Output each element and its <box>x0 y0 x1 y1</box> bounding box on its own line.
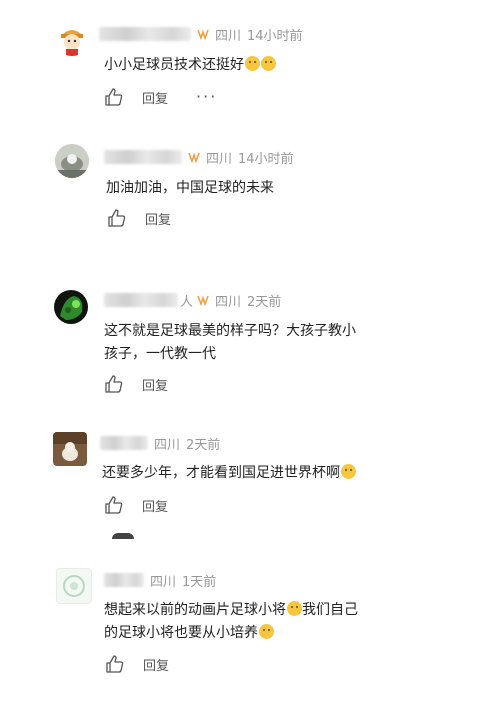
comment-text: 小小足球员技术还挺好 <box>104 53 276 77</box>
blurred-username[interactable] <box>99 27 191 41</box>
more-options-button[interactable]: ··· <box>196 89 217 105</box>
location-label: 四川 <box>215 28 242 44</box>
comment-meta: 四川 14小时前 <box>104 147 294 167</box>
avatar[interactable] <box>55 22 89 56</box>
location-label: 四川 <box>154 437 181 453</box>
like-icon[interactable] <box>104 495 124 515</box>
partial-avatar-fragment <box>112 533 134 539</box>
avatar[interactable] <box>56 568 92 604</box>
blurred-username[interactable] <box>104 293 178 307</box>
comment-actions: 回复 <box>107 207 199 229</box>
comment-text-line-2: 的足球小将也要从小培养 <box>104 621 274 645</box>
like-icon[interactable] <box>107 208 127 228</box>
blurred-username[interactable] <box>104 573 144 587</box>
blurred-username[interactable] <box>104 150 182 164</box>
reply-button[interactable]: 回复 <box>142 496 168 515</box>
comment-meta: 人 四川 2天前 <box>104 290 281 310</box>
location-label: 四川 <box>215 294 242 310</box>
comment-meta: 四川 1天前 <box>104 570 216 590</box>
reply-button[interactable]: 回复 <box>145 209 171 228</box>
blurred-username[interactable] <box>100 436 148 450</box>
like-icon[interactable] <box>104 87 124 107</box>
comment-text-part: 想起来以前的动画片足球小将 <box>104 602 286 618</box>
vip-badge-icon <box>197 28 209 41</box>
comment-text-line-1: 想起来以前的动画片足球小将 我们自己 <box>104 598 358 622</box>
location-label: 四川 <box>150 574 177 590</box>
location-label: 四川 <box>206 151 233 167</box>
comment-text: 加油加油，中国足球的未来 <box>106 180 274 196</box>
comment-text-line-1: 这不就是足球最美的样子吗？大孩子教小 <box>104 323 356 339</box>
comment-text-part: 的足球小将也要从小培养 <box>104 625 258 641</box>
timestamp: 14小时前 <box>247 28 303 44</box>
like-icon[interactable] <box>104 374 124 394</box>
comment-actions: 回复 <box>105 653 197 675</box>
comment-actions: 回复 ··· <box>104 86 217 108</box>
reply-button[interactable]: 回复 <box>143 655 169 674</box>
avatar[interactable] <box>54 290 88 324</box>
timestamp: 2天前 <box>247 294 282 310</box>
vip-badge-icon <box>188 151 200 164</box>
cat-emoji-icon <box>245 56 260 71</box>
comment-text-part: 我们自己 <box>302 602 358 618</box>
laugh-cry-emoji-icon <box>341 464 356 479</box>
reply-button[interactable]: 回复 <box>142 375 168 394</box>
like-icon[interactable] <box>105 654 125 674</box>
comment-meta: 四川 2天前 <box>100 433 220 453</box>
comment-actions: 回复 <box>104 494 196 516</box>
avatar[interactable] <box>55 144 89 178</box>
comment-actions: 回复 <box>104 373 196 395</box>
comment-text: 还要多少年，才能看到国足进世界杯啊 <box>102 461 356 485</box>
comment-text-content: 小小足球员技术还挺好 <box>104 57 244 73</box>
cat-emoji-icon <box>259 624 274 639</box>
timestamp: 14小时前 <box>238 151 294 167</box>
timestamp: 2天前 <box>186 437 221 453</box>
timestamp: 1天前 <box>182 574 217 590</box>
reply-button[interactable]: 回复 <box>142 88 168 107</box>
comment-text-content: 还要多少年，才能看到国足进世界杯啊 <box>102 465 340 481</box>
cat-emoji-icon <box>261 56 276 71</box>
vip-badge-icon <box>197 294 209 307</box>
comment-text-line-2: 孩子，一代教一代 <box>104 346 216 362</box>
comment-meta: 四川 14小时前 <box>99 24 303 44</box>
avatar[interactable] <box>53 432 87 466</box>
crown-cat-emoji-icon <box>287 601 302 616</box>
username-suffix: 人 <box>180 294 194 310</box>
